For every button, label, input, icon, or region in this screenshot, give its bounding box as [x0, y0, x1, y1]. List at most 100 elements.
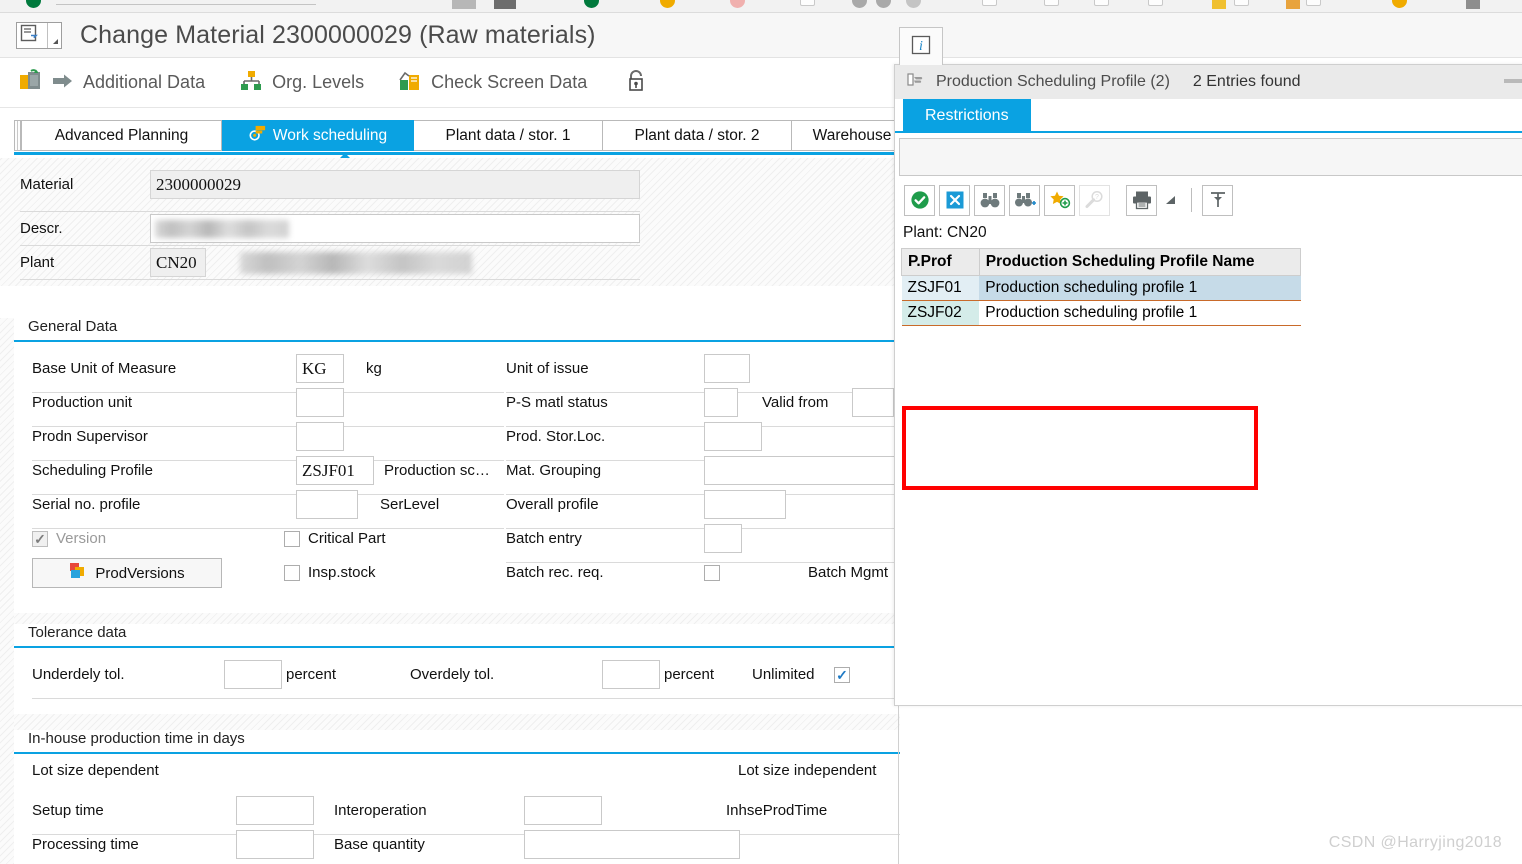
print-options-button[interactable]: [1161, 184, 1181, 216]
popup-restrictions-panel[interactable]: [899, 138, 1522, 176]
batch-entry-input[interactable]: [704, 524, 742, 553]
insp-stock-row[interactable]: Insp.stock: [284, 564, 376, 581]
popup-toolbar: ?: [899, 180, 1522, 220]
serial-no-profile-input[interactable]: [296, 490, 358, 519]
production-unit-input[interactable]: [296, 388, 344, 417]
prodn-supervisor-input[interactable]: [296, 422, 344, 451]
underdely-tol-input[interactable]: [224, 660, 282, 689]
tab-advanced-planning[interactable]: Advanced Planning: [21, 120, 222, 151]
batch-rec-req-checkbox[interactable]: [704, 564, 720, 581]
tab-work-scheduling[interactable]: Work scheduling: [222, 120, 414, 151]
table-row[interactable]: ZSJF01 Production scheduling profile 1: [901, 275, 1301, 301]
watermark: CSDN @Harryjing2018: [1328, 834, 1502, 851]
critical-part-row[interactable]: Critical Part: [284, 530, 386, 547]
star-icon[interactable]: [1212, 0, 1226, 9]
doc-icon-4[interactable]: [1306, 0, 1321, 6]
underdely-unit-label: percent: [286, 666, 337, 683]
minimize-icon[interactable]: [1504, 79, 1522, 83]
material-input[interactable]: 2300000029: [150, 170, 640, 199]
cell-profile-name[interactable]: Production scheduling profile 1: [979, 300, 1301, 326]
version-checkbox-row[interactable]: Version: [32, 530, 106, 547]
tolerance-data-title: Tolerance data: [28, 624, 133, 641]
search-help-button[interactable]: ?: [1079, 184, 1110, 216]
overall-profile-input[interactable]: [704, 490, 786, 519]
system-toolbar-clipped[interactable]: [0, 0, 1522, 13]
title-menu-button[interactable]: [16, 21, 62, 49]
unlimited-checkbox[interactable]: [834, 666, 850, 683]
overdely-tol-input[interactable]: [602, 660, 660, 689]
cancel-button[interactable]: [939, 184, 970, 216]
grey-circle-1-icon[interactable]: [852, 0, 867, 8]
plant-input[interactable]: CN20: [150, 248, 206, 277]
cell-pprof[interactable]: ZSJF02: [901, 300, 980, 326]
title-dropdown-arrow[interactable]: [47, 22, 61, 48]
org-levels-button[interactable]: Org. Levels: [235, 65, 376, 101]
prod-stor-loc-input[interactable]: [704, 422, 762, 451]
find-next-button[interactable]: [1009, 184, 1040, 216]
tab-restrictions[interactable]: Restrictions: [903, 99, 1031, 132]
mat-grouping-input[interactable]: [704, 456, 898, 485]
doc-check-icon-1[interactable]: [1094, 0, 1109, 6]
critical-part-checkbox[interactable]: [284, 530, 300, 547]
layout-icon[interactable]: [1466, 0, 1480, 9]
unlock-button[interactable]: [621, 65, 659, 101]
help-circle-icon[interactable]: [1392, 0, 1407, 8]
lot-size-independent-label: Lot size independent: [738, 762, 877, 779]
base-quantity-input[interactable]: [524, 830, 740, 859]
info-icon: i: [910, 34, 932, 60]
base-quantity-label: Base quantity: [334, 836, 425, 853]
back-icon[interactable]: [1286, 0, 1300, 9]
interoperation-input[interactable]: [524, 796, 602, 825]
popup-tab-row: Restrictions: [895, 99, 1522, 132]
green-circle-icon[interactable]: [584, 0, 599, 8]
copy-from-button[interactable]: [14, 64, 48, 102]
unit-of-issue-row: Unit of issue: [506, 354, 750, 383]
popup-info-tab[interactable]: i: [899, 27, 943, 65]
cell-profile-name[interactable]: Production scheduling profile 1: [979, 275, 1301, 301]
find-button[interactable]: [974, 184, 1005, 216]
ps-matl-status-input[interactable]: [704, 388, 738, 417]
yellow-circle-icon[interactable]: [660, 0, 675, 8]
confirm-button[interactable]: [904, 184, 935, 216]
popup-tab-rule: [895, 131, 1522, 133]
grey-circle-3-icon[interactable]: [906, 0, 921, 8]
result-table[interactable]: P.Prof Production Scheduling Profile Nam…: [901, 248, 1302, 326]
column-header-pprof[interactable]: P.Prof: [901, 248, 980, 276]
save-icon[interactable]: [26, 0, 41, 8]
personal-value-list-button[interactable]: [1044, 184, 1075, 216]
check-screen-data-button[interactable]: Check Screen Data: [394, 65, 599, 101]
insp-stock-checkbox[interactable]: [284, 564, 300, 581]
additional-data-button[interactable]: Additional Data: [48, 67, 217, 99]
prod-versions-button[interactable]: ProdVersions: [32, 558, 222, 588]
new-window-icon[interactable]: [800, 0, 815, 6]
doc-check-icon-2[interactable]: [1148, 0, 1163, 6]
doc-icon-3[interactable]: [1234, 0, 1249, 6]
filter-button[interactable]: [1202, 184, 1233, 216]
back-forward-icon[interactable]: [452, 0, 476, 9]
prodn-supervisor-row: Prodn Supervisor: [32, 422, 344, 451]
arrow-right-icon: [52, 71, 74, 95]
base-unit-input[interactable]: KG: [296, 354, 344, 383]
valid-from-input[interactable]: [852, 388, 895, 417]
doc-icon-1[interactable]: [982, 0, 997, 6]
tab-plant-data-stor-2[interactable]: Plant data / stor. 2: [603, 120, 792, 151]
setup-time-label: Setup time: [32, 802, 104, 819]
grey-circle-2-icon[interactable]: [876, 0, 891, 8]
processing-time-input[interactable]: [236, 830, 314, 859]
screen-icon[interactable]: [494, 0, 516, 9]
scheduling-profile-input[interactable]: ZSJF01: [296, 456, 374, 485]
doc-icon-2[interactable]: [1044, 0, 1059, 6]
red-circle-icon[interactable]: [730, 0, 745, 8]
version-checkbox[interactable]: [32, 530, 48, 547]
popup-entries-found: 2 Entries found: [1192, 73, 1301, 90]
prod-versions-icon: [69, 562, 87, 584]
setup-time-input[interactable]: [236, 796, 314, 825]
unit-of-issue-input[interactable]: [704, 354, 750, 383]
print-button[interactable]: [1126, 184, 1157, 216]
cell-pprof[interactable]: ZSJF01: [901, 275, 980, 301]
printer-dropdown-icon: [1166, 196, 1175, 204]
tab-plant-data-stor-1[interactable]: Plant data / stor. 1: [414, 120, 603, 151]
table-row[interactable]: ZSJF02 Production scheduling profile 1: [901, 300, 1301, 326]
plant-row: Plant CN20: [20, 248, 206, 277]
column-header-profile-name[interactable]: Production Scheduling Profile Name: [978, 248, 1302, 276]
